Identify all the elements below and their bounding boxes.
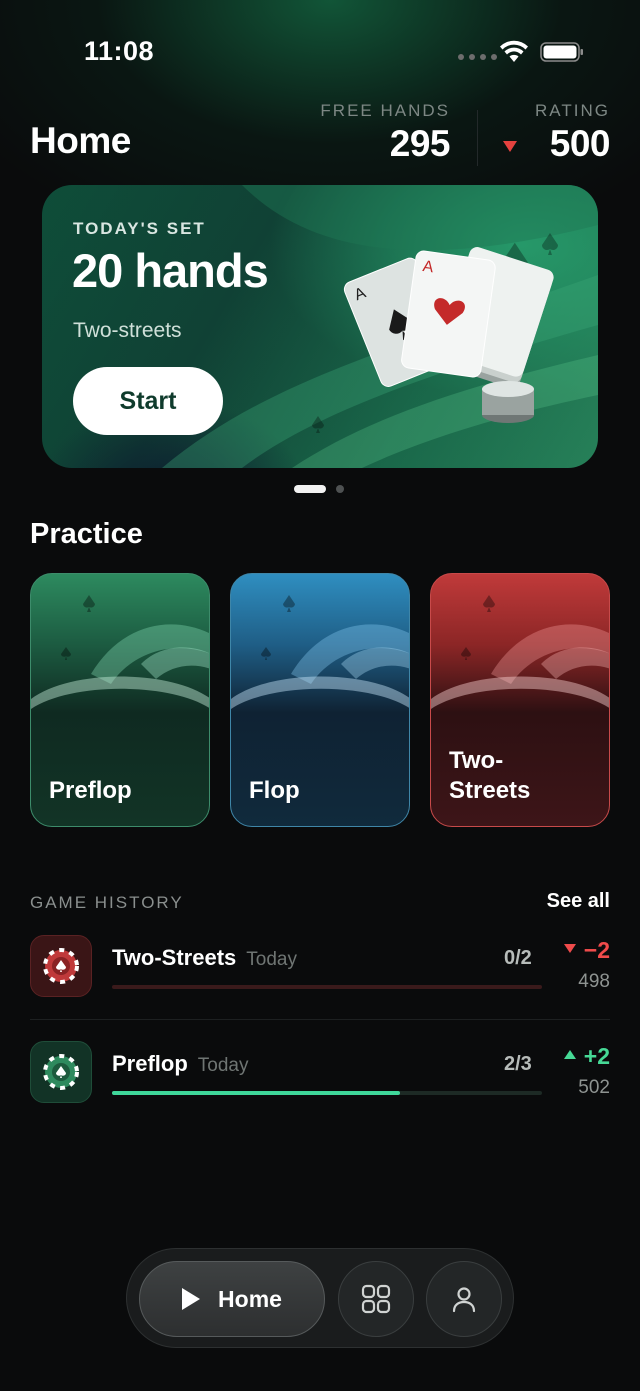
todays-set-banner[interactable]: TODAY'S SET 20 hands Two-streets Start A… [42,185,598,468]
history-row-progress [112,985,542,989]
row-divider [30,1019,610,1020]
banner-title: 20 hands [72,244,269,297]
play-icon [182,1288,201,1310]
history-row[interactable]: Two-Streets Today 0/2 −2 498 [30,935,610,999]
trend-up-icon [563,1050,576,1060]
rating-down-arrow-icon [503,141,517,152]
history-row-name: Two-Streets Today [112,945,297,970]
free-hands-value: 295 [389,123,451,164]
tab-home[interactable]: Home [139,1261,325,1337]
practice-title: Practice [30,518,143,550]
history-row-date: Today [246,949,297,970]
history-row[interactable]: Preflop Today 2/3 +2 502 [30,1041,610,1105]
free-hands-label: FREE HANDS [320,101,450,120]
header-divider [477,110,478,166]
banner-subtitle: Two-streets [73,319,182,342]
history-row-date: Today [197,1055,249,1076]
wifi-icon [500,40,528,62]
playing-cards-illustration: A A [343,247,554,423]
history-row-name: Preflop Today [112,1051,249,1076]
practice-card-flop[interactable]: Flop [230,573,410,827]
rating-value: 500 [549,123,611,164]
see-all-link[interactable]: See all [547,890,610,913]
banner-pager[interactable] [294,485,344,493]
battery-icon [540,42,583,62]
start-button[interactable]: Start [73,367,223,435]
trend-down-icon [563,944,576,954]
history-row-delta: +2 [563,1043,610,1070]
game-history-label: GAME HISTORY [30,893,184,912]
rating-label: RATING [535,101,610,120]
grid-icon [361,1284,391,1314]
history-row-delta: −2 [563,937,610,964]
poker-chip-icon [30,1041,92,1103]
poker-chip-icon [30,935,92,997]
practice-card-preflop[interactable]: Preflop [30,573,210,827]
signal-icon [458,54,497,60]
tab-home-label: Home [218,1285,282,1312]
history-row-score: 2/3 [504,1053,532,1075]
history-row-rating: 502 [578,1077,610,1098]
status-time: 11:08 [84,36,155,66]
history-row-score: 0/2 [504,947,532,969]
page-title: Home [30,120,131,161]
history-row-progress [112,1091,542,1095]
profile-icon [452,1287,476,1313]
practice-card-label: Preflop [49,777,132,804]
practice-card-two-streets[interactable]: Two- Streets [430,573,610,827]
tab-bar: Home [126,1248,514,1348]
tab-practice-grid[interactable] [338,1261,414,1337]
pager-dot[interactable] [336,485,344,493]
pager-dot-active[interactable] [294,485,326,493]
tab-profile[interactable] [426,1261,502,1337]
banner-kicker: TODAY'S SET [73,219,206,238]
practice-card-label: Two- Streets [449,747,531,804]
status-bar: 11:08 [0,0,640,100]
practice-card-label: Flop [249,777,300,804]
history-row-rating: 498 [578,971,610,992]
